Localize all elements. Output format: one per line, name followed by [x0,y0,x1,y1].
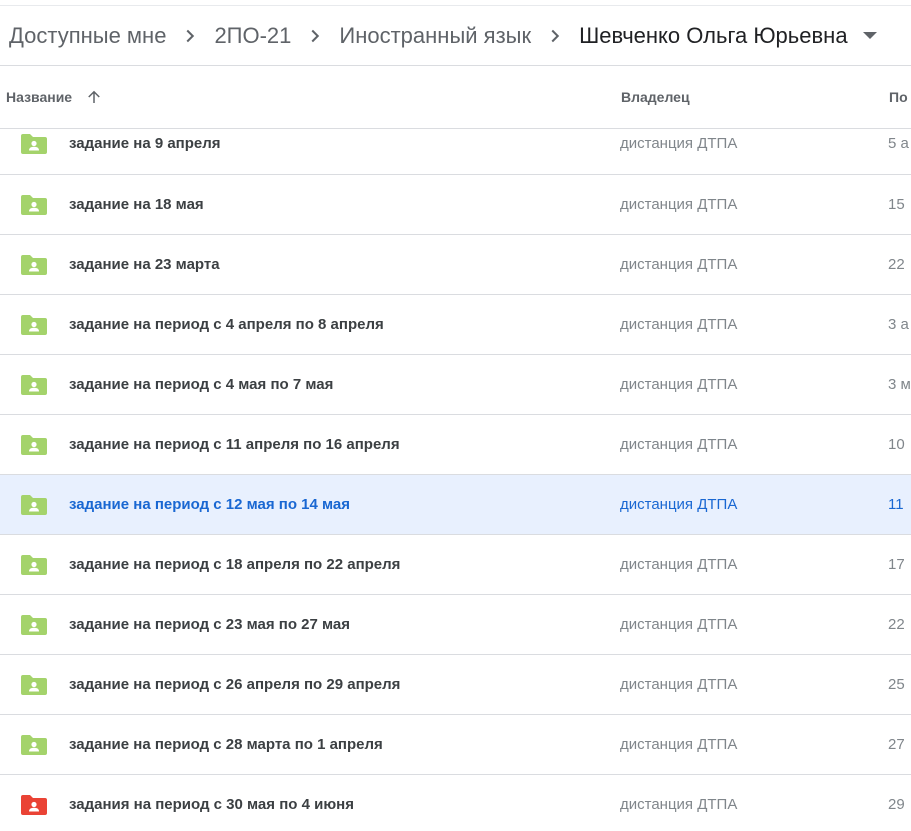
shared-folder-icon [21,375,47,395]
row-name: задание на период с 28 марта по 1 апреля [69,736,383,753]
row-owner: дистанция ДТПА [620,676,738,693]
shared-folder-icon [21,495,47,515]
breadcrumb-item-subject[interactable]: Иностранный язык [330,20,540,52]
column-header-name-label: Название [6,89,73,105]
row-modified: 5 а [888,135,909,152]
breadcrumb-item-current-folder[interactable]: Шевченко Ольга Юрьевна [570,20,856,52]
breadcrumb: Доступные мне 2ПО-21 Иностранный язык Ше… [0,6,911,66]
row-name: задание на период с 23 мая по 27 мая [69,616,351,633]
row-owner: дистанция ДТПА [620,196,738,213]
table-row[interactable]: задание на период с 11 апреля по 16 апре… [0,415,911,475]
row-owner: дистанция ДТПА [620,376,738,393]
row-modified: 15 [888,196,905,213]
table-row[interactable]: задание на 23 марта дистанция ДТПА 22 [0,235,911,295]
row-name: задание на период с 12 мая по 14 мая [69,496,351,513]
shared-folder-icon [21,795,47,815]
shared-folder-icon [21,555,47,575]
dropdown-arrow-icon[interactable] [859,25,881,47]
row-name: задание на период с 4 мая по 7 мая [69,376,334,393]
row-name: задание на период с 4 апреля по 8 апреля [69,316,384,333]
column-header-name[interactable]: Название [6,66,104,128]
row-name: задание на период с 26 апреля по 29 апре… [69,676,401,693]
column-header-modified-label: По [889,89,908,105]
shared-folder-icon [21,615,47,635]
row-owner: дистанция ДТПА [620,316,738,333]
column-header-owner-label: Владелец [621,89,690,105]
table-row[interactable]: задание на период с 12 мая по 14 мая дист… [0,475,911,535]
breadcrumb-item-shared-with-me[interactable]: Доступные мне [0,20,175,52]
table-row[interactable]: задание на период с 23 мая по 27 мая дист… [0,595,911,655]
chevron-right-icon [544,25,566,47]
shared-folder-icon [21,255,47,275]
row-owner: дистанция ДТПА [620,135,738,152]
file-list-header: Название Владелец По [0,66,911,129]
row-modified: 25 [888,676,905,693]
shared-folder-icon [21,195,47,215]
row-owner: дистанция ДТПА [620,256,738,273]
row-modified: 22 [888,256,905,273]
row-modified: 27 [888,736,905,753]
shared-folder-icon [21,735,47,755]
row-name: задания на период с 30 мая по 4 июня [69,796,354,813]
row-name: задание на 9 апреля [69,135,221,152]
shared-folder-icon [21,675,47,695]
row-owner: дистанция ДТПА [620,496,738,513]
chevron-right-icon [179,25,201,47]
shared-folder-icon [21,134,47,154]
breadcrumb-item-group[interactable]: 2ПО-21 [205,20,300,52]
table-row[interactable]: задание на период с 18 апреля по 22 апре… [0,535,911,595]
table-row[interactable]: задание на 9 апреля дистанция ДТПА 5 а [0,129,911,175]
shared-folder-icon [21,315,47,335]
row-owner: дистанция ДТПА [620,796,738,813]
arrow-up-icon[interactable] [84,87,104,107]
row-name: задание на 23 марта [69,256,220,273]
column-header-owner[interactable]: Владелец [621,66,690,128]
chevron-right-icon [304,25,326,47]
row-modified: 29 [888,796,905,813]
table-row[interactable]: задание на период с 26 апреля по 29 апре… [0,655,911,715]
row-owner: дистанция ДТПА [620,556,738,573]
drive-page: Доступные мне 2ПО-21 Иностранный язык Ше… [0,0,911,831]
row-modified: 3 м [888,376,911,393]
row-owner: дистанция ДТПА [620,736,738,753]
column-header-modified[interactable]: По [889,66,908,128]
row-modified: 11 [888,496,904,513]
row-name: задание на период с 18 апреля по 22 апре… [69,556,401,573]
table-row[interactable]: задание на период с 28 марта по 1 апреля… [0,715,911,775]
shared-folder-icon [21,435,47,455]
row-modified: 3 а [888,316,909,333]
table-row[interactable]: задание на период с 4 мая по 7 мая дистан… [0,355,911,415]
table-row[interactable]: задание на 18 мая дистанция ДТПА 15 [0,175,911,235]
row-modified: 10 [888,436,905,453]
table-row[interactable]: задания на период с 30 мая по 4 июня дист… [0,775,911,831]
row-owner: дистанция ДТПА [620,616,738,633]
table-row[interactable]: задание на период с 4 апреля по 8 апреля… [0,295,911,355]
row-name: задание на период с 11 апреля по 16 апре… [69,436,400,453]
row-modified: 17 [888,556,905,573]
row-modified: 22 [888,616,905,633]
row-owner: дистанция ДТПА [620,436,738,453]
row-name: задание на 18 мая [69,196,204,213]
